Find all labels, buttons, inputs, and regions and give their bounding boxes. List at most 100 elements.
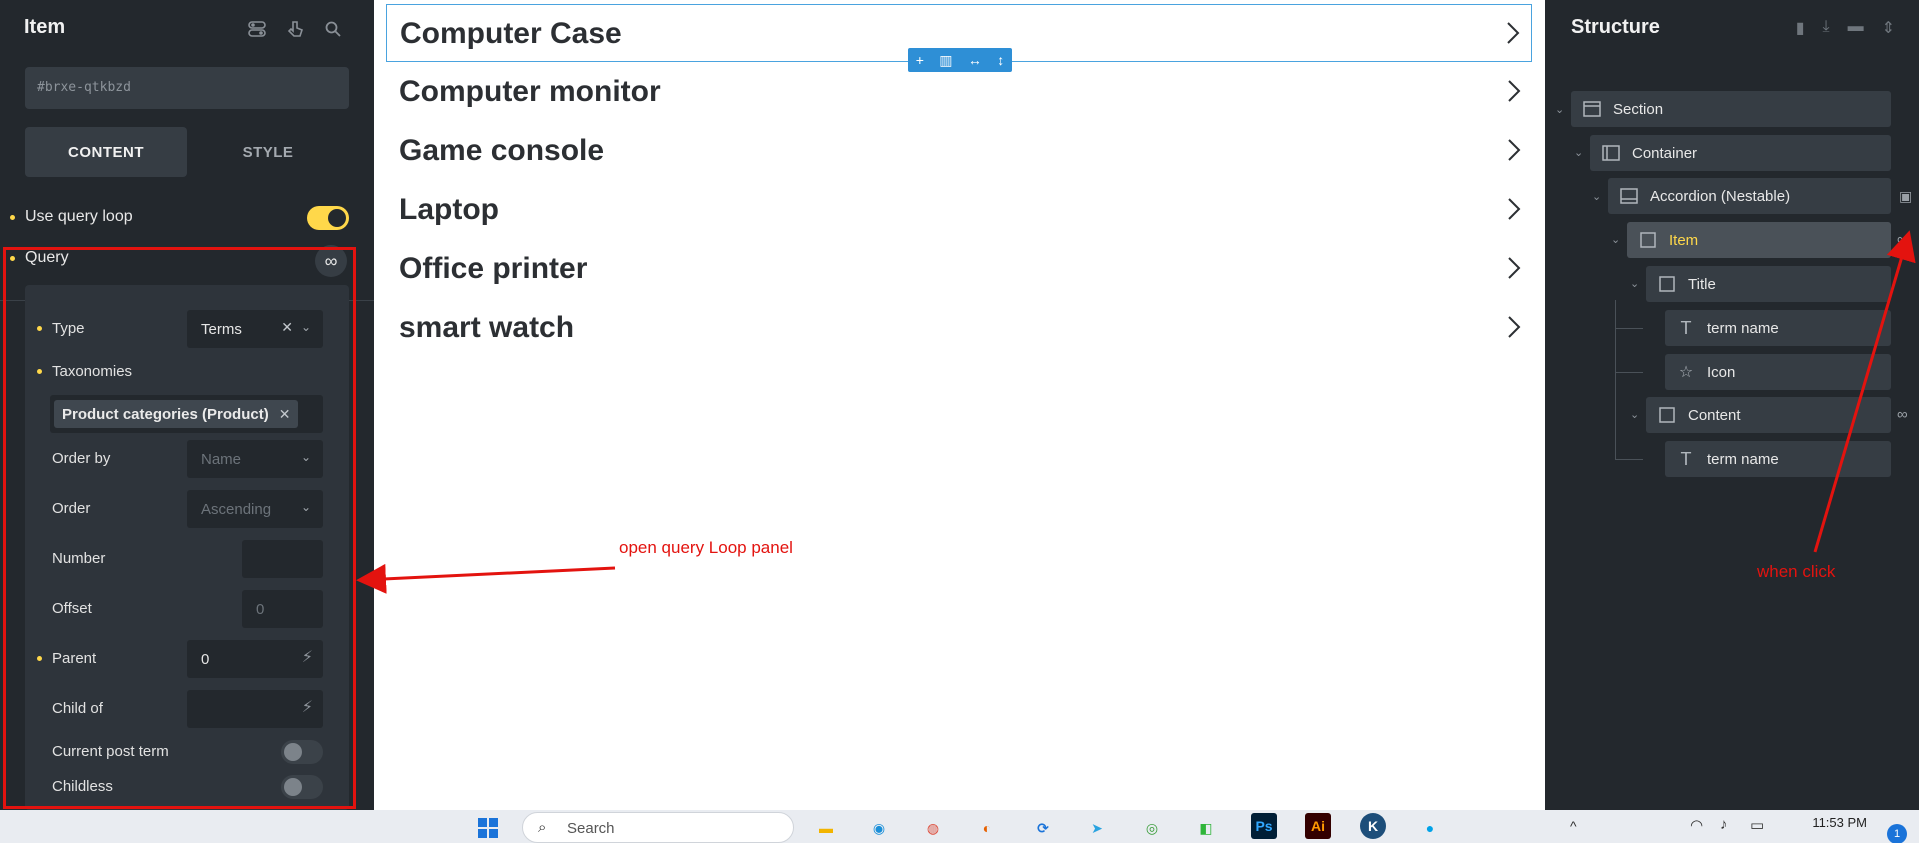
node-label: Item	[1669, 231, 1699, 249]
block-icon	[1658, 275, 1676, 293]
sync-icon[interactable]: ⟳	[1028, 813, 1058, 843]
node-label: term name	[1707, 450, 1779, 468]
annotation-left-text: open query Loop panel	[619, 538, 793, 557]
tab-content[interactable]: CONTENT	[25, 127, 187, 177]
accordion-title: Office printer	[399, 252, 588, 285]
hand-pointer-icon[interactable]	[284, 18, 306, 40]
chrome-icon[interactable]: ◍	[918, 813, 948, 843]
template-icon[interactable]: ▣	[1899, 188, 1912, 205]
node-label: Accordion (Nestable)	[1650, 187, 1791, 205]
chevron-down-icon[interactable]: ⌄	[1555, 103, 1564, 116]
accordion-title: Laptop	[399, 193, 499, 226]
chevron-right-icon	[1508, 139, 1521, 161]
folder-icon[interactable]: ▬	[811, 813, 841, 843]
chevron-down-icon[interactable]: ⌄	[1630, 277, 1639, 290]
node-label: Content	[1688, 406, 1741, 424]
accordion-title: Computer Case	[400, 17, 622, 50]
structure-node-container[interactable]: Container	[1590, 135, 1891, 171]
accordion-item[interactable]: Laptop	[386, 181, 1532, 239]
chevron-down-icon[interactable]: ⌄	[1630, 408, 1639, 421]
app-k-icon[interactable]: K	[1360, 813, 1386, 839]
section-icon	[1583, 100, 1601, 118]
annotation-right-text: when click	[1757, 562, 1836, 581]
text-icon: T	[1680, 317, 1692, 338]
panel-toolbar	[246, 18, 344, 40]
structure-node-term-name[interactable]: T term name	[1665, 441, 1891, 477]
tab-style[interactable]: STYLE	[187, 127, 349, 177]
star-icon: ☆	[1678, 364, 1694, 381]
accordion-icon	[1620, 187, 1638, 205]
tree-connector	[1615, 459, 1643, 460]
battery-icon[interactable]: ▭	[1750, 816, 1764, 834]
structure-node-title[interactable]: Title	[1646, 266, 1891, 302]
chevron-right-icon	[1507, 22, 1520, 44]
windows-start-icon[interactable]	[473, 813, 503, 843]
taskbar: Search ⌕ ▬ ◉ ◍ ◐ ⟳ ➤ ◎ ◧ Ps Ai K ● ^ ◠ ♪…	[0, 810, 1919, 843]
accordion-item[interactable]: Game console	[386, 122, 1532, 180]
illustrator-label: Ai	[1311, 818, 1325, 834]
chevron-right-icon	[1508, 80, 1521, 102]
accordion-item[interactable]: Computer monitor	[386, 63, 1532, 121]
photoshop-icon[interactable]: Ps	[1251, 813, 1277, 839]
clipboard-icon[interactable]: ▮	[1796, 18, 1805, 38]
tree-connector	[1615, 300, 1616, 460]
element-id-field[interactable]: #brxe-qtkbzd	[25, 67, 349, 109]
chevron-up-icon[interactable]: ^	[1570, 818, 1577, 834]
app-blue-icon[interactable]: ●	[1415, 813, 1445, 843]
telegram-icon[interactable]: ➤	[1082, 813, 1112, 843]
globe-icon[interactable]: ◎	[1137, 813, 1167, 843]
structure-node-section[interactable]: Section	[1571, 91, 1891, 127]
chevron-down-icon[interactable]: ⌄	[1592, 190, 1601, 203]
modified-dot	[10, 214, 15, 220]
taskbar-search[interactable]: Search	[522, 812, 794, 843]
volume-icon[interactable]: ♪	[1720, 816, 1728, 833]
chevron-down-icon[interactable]: ⌄	[1611, 233, 1620, 246]
edge-icon[interactable]: ◉	[864, 813, 894, 843]
infinity-icon[interactable]: ∞	[1897, 406, 1908, 423]
search-icon[interactable]	[322, 18, 344, 40]
structure-title: Structure	[1571, 16, 1660, 38]
app-green-icon[interactable]: ◧	[1191, 813, 1221, 843]
collapse-icon[interactable]: ⇕	[1882, 18, 1895, 38]
container-icon	[1602, 144, 1620, 162]
app-k-label: K	[1367, 818, 1379, 834]
photoshop-label: Ps	[1255, 818, 1273, 834]
firefox-icon[interactable]: ◐	[972, 813, 1002, 843]
structure-node-item[interactable]: Item	[1627, 222, 1891, 258]
structure-toolbar: ▮ ⤓ ▬ ⇕	[1796, 18, 1895, 38]
annotation-box	[3, 247, 356, 809]
illustrator-icon[interactable]: Ai	[1305, 813, 1331, 839]
builder-window: Item #brxe-qtkbzd CONTENT STYLE Use quer…	[0, 0, 1919, 843]
search-label: Search	[567, 820, 615, 837]
structure-node-content[interactable]: Content	[1646, 397, 1891, 433]
tree-connector	[1615, 372, 1643, 373]
chevron-right-icon	[1508, 198, 1521, 220]
node-label: Section	[1613, 100, 1664, 118]
clock[interactable]: 11:53 PM	[1812, 815, 1867, 830]
chevron-right-icon	[1508, 316, 1521, 338]
use-query-loop-row: Use query loop	[10, 208, 133, 226]
chevron-right-icon	[1508, 257, 1521, 279]
tree-connector	[1615, 328, 1643, 329]
panel-title: Item	[24, 16, 66, 38]
notification-badge[interactable]: 1	[1887, 824, 1907, 843]
wifi-icon[interactable]: ◠	[1690, 816, 1703, 834]
use-query-loop-toggle[interactable]	[307, 206, 349, 230]
chevron-down-icon[interactable]: ⌄	[1574, 146, 1583, 159]
trash-icon[interactable]: ▬	[1848, 18, 1864, 38]
structure-panel: Structure ▮ ⤓ ▬ ⇕ ⌄ Section ⌄ Container …	[1545, 0, 1919, 810]
node-label: term name	[1707, 319, 1779, 337]
node-label: Icon	[1707, 363, 1736, 381]
node-label: Title	[1688, 275, 1716, 293]
accordion-item[interactable]: smart watch	[386, 299, 1532, 357]
download-icon[interactable]: ⤓	[1823, 18, 1830, 38]
infinity-icon[interactable]: ∞	[1897, 231, 1908, 248]
accordion-title: Computer monitor	[399, 75, 661, 108]
structure-node-icon[interactable]: ☆ Icon	[1665, 354, 1891, 390]
structure-node-term-name[interactable]: T term name	[1665, 310, 1891, 346]
accordion-title: smart watch	[399, 311, 575, 344]
structure-node-accordion[interactable]: Accordion (Nestable)	[1608, 178, 1891, 214]
accordion-item[interactable]: Office printer	[386, 240, 1532, 298]
toggle-icon[interactable]	[246, 18, 268, 40]
settings-tabs: CONTENT STYLE	[25, 127, 349, 177]
